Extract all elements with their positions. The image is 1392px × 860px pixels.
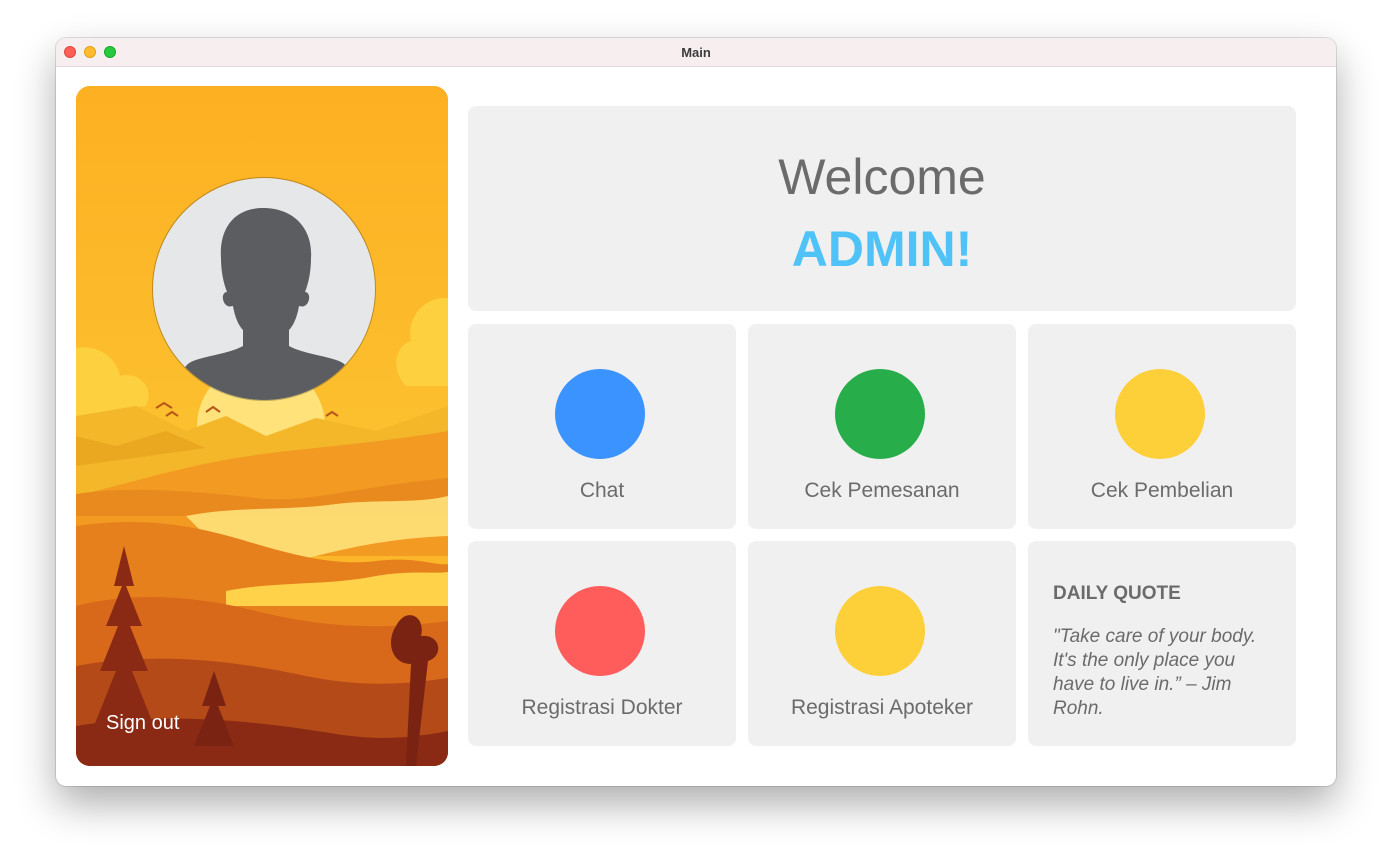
registrasi-apoteker-label: Registrasi Apoteker <box>790 696 974 719</box>
cek-pemesanan-icon <box>835 369 925 459</box>
daily-quote-card: DAILY QUOTE "Take care of your body. It'… <box>1028 541 1296 746</box>
cek-pembelian-label: Cek Pembelian <box>1090 479 1234 502</box>
chat-icon <box>555 369 645 459</box>
welcome-heading: Welcome <box>778 149 986 205</box>
daily-quote-title: DAILY QUOTE <box>1053 583 1181 604</box>
user-silhouette-icon <box>181 208 351 400</box>
registrasi-dokter-label: Registrasi Dokter <box>521 696 683 719</box>
window-title: Main <box>681 45 711 60</box>
main-window: Main Sign out Welcome ADMIN! Chat Cek Pe… <box>56 38 1336 786</box>
profile-avatar <box>153 178 375 400</box>
daily-quote-text: "Take care of your body. It's the only p… <box>1053 626 1257 719</box>
registrasi-apoteker-tile[interactable]: Registrasi Apoteker <box>748 541 1016 746</box>
registrasi-dokter-icon <box>555 586 645 676</box>
user-role-heading: ADMIN! <box>791 221 973 277</box>
welcome-banner: Welcome ADMIN! <box>468 106 1296 311</box>
sign-out-button[interactable]: Sign out <box>106 712 179 735</box>
profile-panel: Sign out <box>76 86 448 766</box>
cek-pemesanan-label: Cek Pemesanan <box>804 479 960 502</box>
chat-label: Chat <box>579 479 625 502</box>
registrasi-dokter-tile[interactable]: Registrasi Dokter <box>468 541 736 746</box>
cek-pembelian-tile[interactable]: Cek Pembelian <box>1028 324 1296 529</box>
cek-pemesanan-tile[interactable]: Cek Pemesanan <box>748 324 1016 529</box>
title-bar: Main <box>56 38 1336 67</box>
chat-tile[interactable]: Chat <box>468 324 736 529</box>
registrasi-apoteker-icon <box>835 586 925 676</box>
cek-pembelian-icon <box>1115 369 1205 459</box>
